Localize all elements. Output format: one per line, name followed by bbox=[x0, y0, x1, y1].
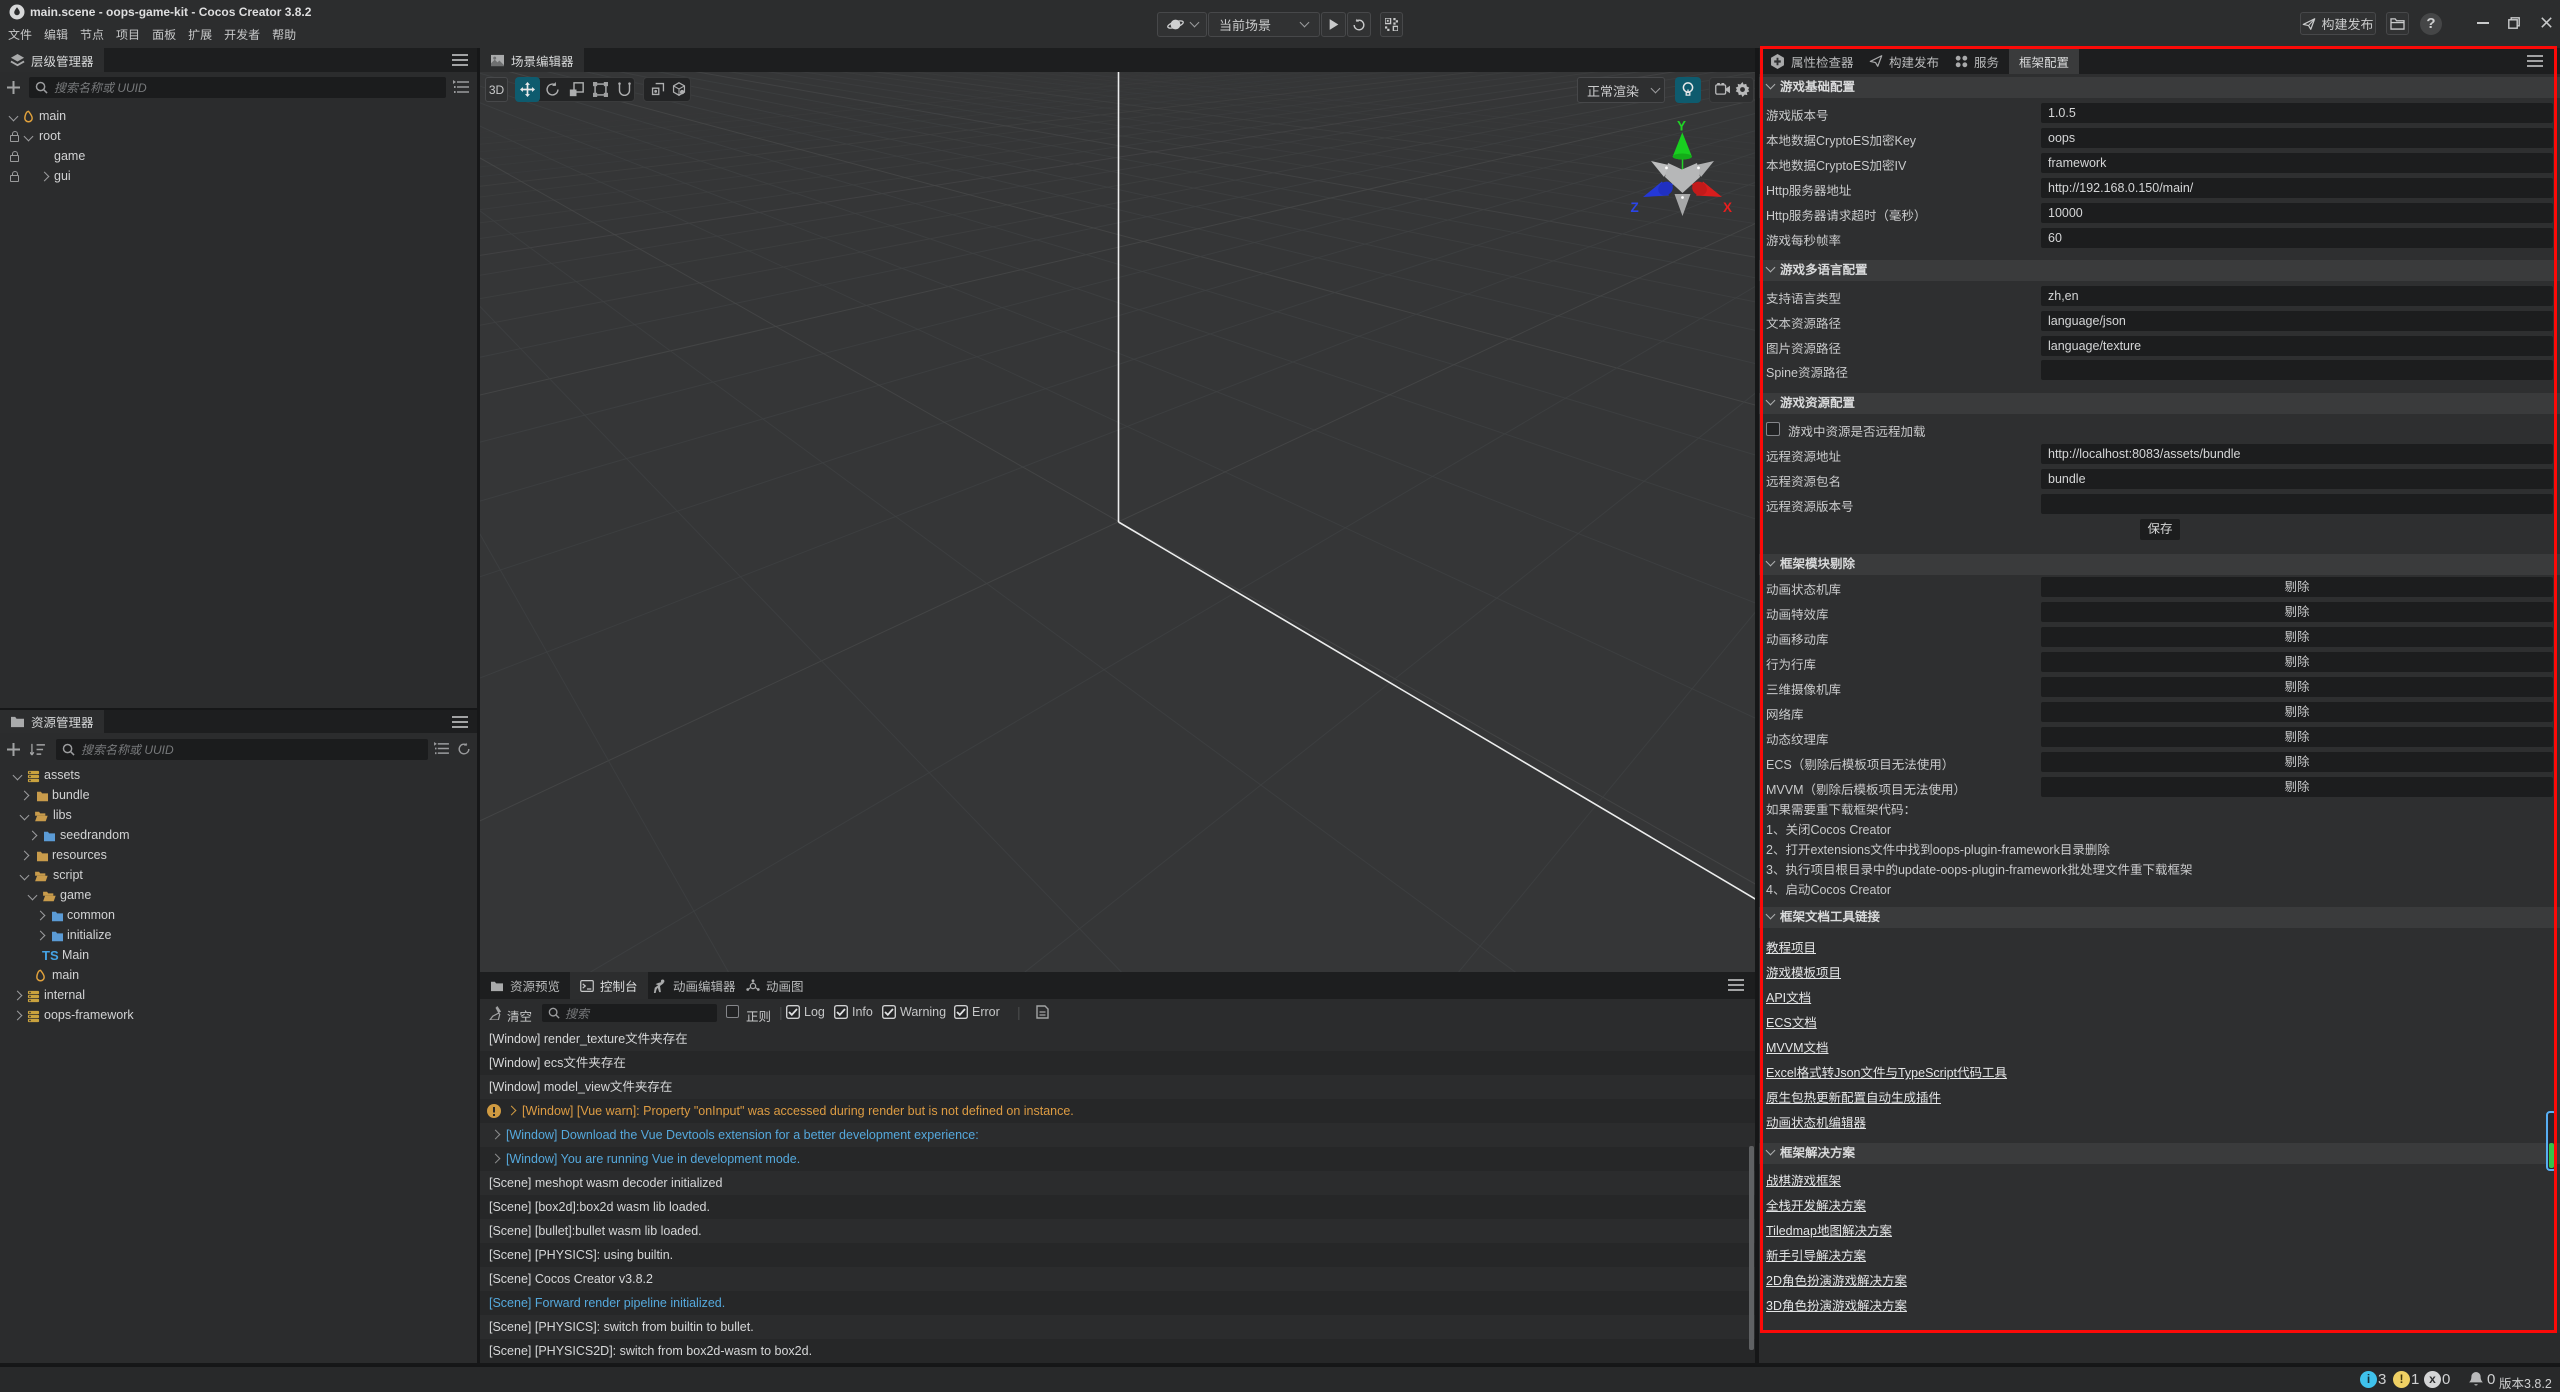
svg-text:Y: Y bbox=[1677, 120, 1686, 134]
svg-text:Z: Z bbox=[1631, 200, 1639, 215]
svg-text:X: X bbox=[1723, 200, 1732, 215]
